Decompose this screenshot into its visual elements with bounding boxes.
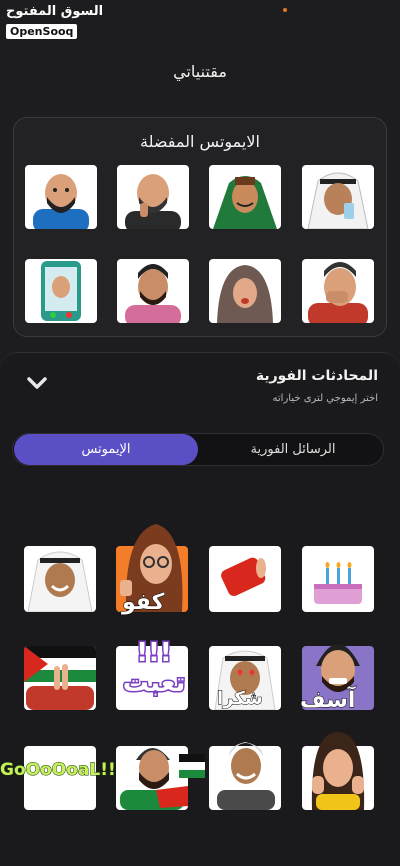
bearded-man-flag-sticker [120, 748, 188, 810]
sticker-8[interactable]: آسف [299, 644, 374, 714]
woman-hijab-sticker [217, 265, 273, 323]
sheet-subtitle: اختر إيموجي لترى خياراته [272, 393, 378, 404]
favorites-card: الايموتس المفضلة [13, 117, 387, 337]
phone-call-sticker [41, 261, 81, 321]
opensooq-watermark: السوق المفتوح OpenSooq [6, 4, 103, 39]
favorite-sticker-2[interactable] [117, 165, 189, 229]
sticker-6[interactable]: !!! تعبت [116, 637, 188, 710]
red-can-sticker [221, 557, 266, 597]
page-title: مقتنياتي [173, 62, 227, 81]
favorite-sticker-1[interactable] [25, 165, 97, 229]
sticker-7[interactable]: شكرا [209, 646, 281, 710]
sticker-10[interactable] [116, 746, 188, 810]
man-ghutra-smile-sticker [27, 551, 93, 612]
watermark-latin: OpenSooq [6, 24, 78, 39]
sticker-2[interactable]: كفو [116, 524, 188, 616]
sticker-caption-thanks: شكرا [217, 688, 264, 710]
favorites-title: الايموتس المفضلة [140, 132, 260, 151]
sticker-9[interactable]: GoOoOoaL!! [0, 746, 116, 810]
sticker-caption-kafu: كفو [121, 590, 165, 616]
sticker-11[interactable] [179, 742, 281, 810]
birthday-cake-sticker [314, 562, 362, 604]
man-ghutra-drinking-sticker [307, 172, 369, 229]
tab-bar: الإيموتس الرسائل الفورية [12, 433, 384, 466]
favorite-sticker-6[interactable] [117, 259, 189, 323]
favorite-sticker-5[interactable] [25, 259, 97, 323]
man-blue-shirt-sticker [33, 174, 89, 229]
chevron-down-icon[interactable] [26, 375, 48, 391]
watermark-arabic: السوق المفتوح [6, 4, 104, 19]
favorite-sticker-8[interactable] [302, 259, 374, 323]
sticker-4[interactable] [302, 546, 374, 612]
palestine-flag-victory-sticker [24, 646, 96, 710]
sticker-caption-tired: !!! تعبت [121, 637, 187, 700]
sticker-caption-sorry: آسف [299, 688, 356, 714]
favorite-sticker-3[interactable] [209, 165, 281, 229]
favorite-sticker-7[interactable] [209, 259, 281, 323]
sticker-3[interactable] [209, 546, 281, 612]
woman-hands-face-sticker [311, 732, 365, 810]
sticker-caption-goal: GoOoOoaL!! [0, 760, 116, 781]
bearded-man-pink-sticker [125, 264, 181, 323]
man-thinking-sticker [125, 174, 181, 229]
tab-instant-messages[interactable]: الرسائل الفورية [203, 434, 383, 465]
favorite-sticker-4[interactable] [302, 165, 374, 229]
man-laughing-sticker [308, 262, 368, 323]
tab-emotes[interactable]: الإيموتس [14, 434, 198, 465]
instant-chat-sheet: المحادثات الفورية اختر إيموجي لترى خيارا… [0, 352, 400, 866]
old-man-flag-sticker [179, 742, 275, 810]
sticker-12[interactable] [302, 732, 374, 810]
sheet-title: المحادثات الفورية [255, 368, 378, 384]
sticker-5[interactable] [24, 646, 96, 710]
status-dot [283, 8, 287, 12]
sticker-1[interactable] [24, 546, 96, 612]
man-green-scarf-sticker [213, 176, 277, 229]
